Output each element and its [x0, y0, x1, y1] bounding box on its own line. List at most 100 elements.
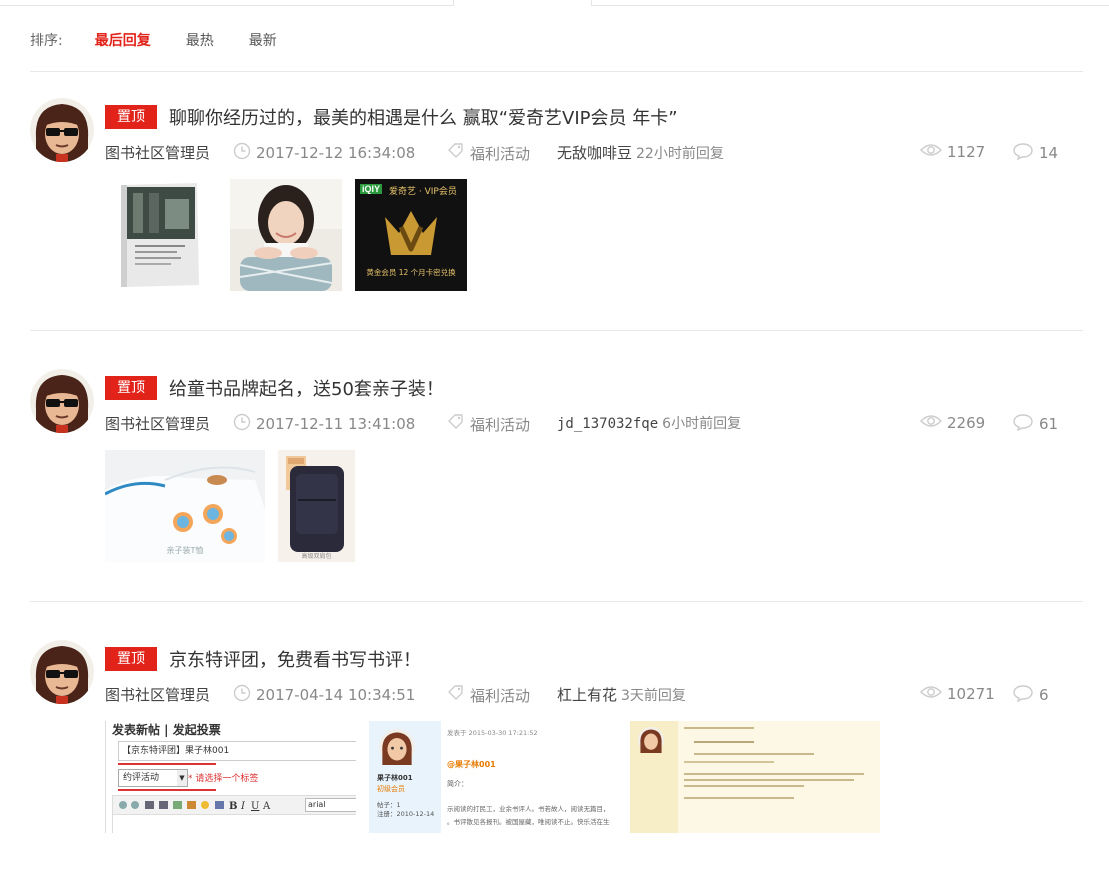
reply-text-lines: [684, 727, 864, 799]
image-reply-post-screenshot[interactable]: [630, 721, 880, 833]
tag-icon: [447, 684, 465, 706]
editor-select-value: 约评活动: [123, 773, 160, 783]
svg-text:A: A: [262, 801, 271, 811]
image-book-cover[interactable]: [105, 179, 217, 291]
pinned-badge: 置顶: [105, 376, 157, 400]
post-tag-text: 福利活动: [470, 415, 531, 434]
post-title[interactable]: 京东特评团，免费看书写书评！: [169, 646, 421, 672]
post-item: 置顶 给童书品牌起名，送50套亲子装！ 图书社区管理员 2017-12-11 1…: [30, 369, 1083, 569]
clock-icon: [233, 413, 251, 435]
eye-icon: [920, 684, 942, 704]
last-replier[interactable]: jd_137032fqe: [557, 416, 658, 432]
post-tag[interactable]: 福利活动: [447, 142, 530, 164]
sort-option-last-reply[interactable]: 最后回复: [95, 30, 151, 50]
avatar[interactable]: [30, 98, 94, 162]
clock-icon: [233, 142, 251, 164]
post-tag-text: 福利活动: [470, 686, 531, 705]
pinned-badge: 置顶: [105, 105, 157, 129]
image-caption: 亲子装T恤: [166, 546, 204, 555]
post-time: 2017-12-12 16:34:08: [233, 142, 415, 164]
clock-icon: [233, 684, 251, 706]
divider: [30, 330, 1083, 331]
tag-icon: [447, 142, 465, 164]
post-author[interactable]: 图书社区管理员: [105, 142, 210, 163]
profile-username: 果子林001: [377, 774, 413, 782]
image-woman-photo[interactable]: [230, 179, 342, 291]
post-time-text: 2017-04-14 10:34:51: [256, 686, 416, 704]
post-author[interactable]: 图书社区管理员: [105, 684, 210, 705]
post-images: 亲子装T恤 高级双肩包: [105, 450, 368, 562]
avatar[interactable]: [30, 369, 94, 433]
post-images: 发表新帖 | 发起投票 【京东特评团】果子林001 约评活动 ▼ * 请选择一个标…: [105, 721, 893, 833]
last-reply-info: 杠上有花 3天前回复: [557, 684, 686, 705]
reply-time: 22小时前回复: [636, 146, 724, 162]
underline: [118, 789, 216, 791]
post-title-row: 置顶 给童书品牌起名，送50套亲子装！: [105, 376, 444, 400]
toolbar-icons: BIUA: [119, 801, 271, 811]
editor-select: 约评活动 ▼: [118, 769, 188, 787]
post-author[interactable]: 图书社区管理员: [105, 413, 210, 434]
last-reply-info: jd_137032fqe 6小时前回复: [557, 413, 741, 433]
editor-toolbar: BIUA arial: [112, 795, 356, 815]
comment-count-text: 6: [1039, 686, 1049, 704]
post-meta: 图书社区管理员 2017-04-14 10:34:51 福利活动 杠上有花 3天前…: [105, 684, 1083, 706]
post-title-row: 置顶 京东特评团，免费看书写书评！: [105, 647, 421, 671]
last-replier[interactable]: 杠上有花: [557, 686, 617, 704]
comment-count: 6: [1012, 684, 1049, 706]
divider: [30, 601, 1083, 602]
tag-icon: [447, 413, 465, 435]
post-time: 2017-04-14 10:34:51: [233, 684, 415, 706]
post-title-row: 置顶 聊聊你经历过的，最美的相遇是什么 赢取“爱奇艺VIP会员 年卡”: [105, 105, 678, 129]
reply-avatar: [638, 727, 664, 753]
post-tag[interactable]: 福利活动: [447, 684, 530, 706]
comment-count: 61: [1012, 413, 1058, 435]
vip-card-top-text: 爱奇艺 · VIP会员: [389, 187, 457, 197]
last-replier[interactable]: 无敌咖啡豆: [557, 144, 632, 162]
mention: @果子林001: [447, 760, 496, 769]
view-count-text: 10271: [947, 685, 995, 703]
post-title[interactable]: 给童书品牌起名，送50套亲子装！: [169, 375, 444, 401]
chevron-down-icon: ▼: [177, 770, 187, 786]
view-count-text: 2269: [947, 414, 986, 432]
view-count: 10271: [920, 684, 995, 704]
sort-option-hottest[interactable]: 最热: [186, 30, 214, 50]
post-tag-text: 福利活动: [470, 144, 531, 163]
sort-option-newest[interactable]: 最新: [249, 30, 277, 50]
editor-title-field: 【京东特评团】果子林001: [118, 741, 356, 761]
top-tab-strip: [0, 0, 1109, 6]
intro-text-2: 。书评散见各报刊。被国屋藏，唯阅读不止。快乐活在生: [447, 818, 610, 826]
image-profile-post-screenshot[interactable]: 果子林001 初级会员 帖子：1 注册：2010-12-14 发表于 2015-…: [369, 721, 617, 833]
image-backpack[interactable]: 高级双肩包: [278, 450, 355, 562]
comment-icon: [1012, 142, 1034, 164]
editor-header: 发表新帖 | 发起投票: [112, 723, 221, 737]
image-post-editor-screenshot[interactable]: 发表新帖 | 发起投票 【京东特评团】果子林001 约评活动 ▼ * 请选择一个标…: [105, 721, 356, 833]
sort-bar: 排序: 最后回复 最热 最新: [30, 30, 312, 50]
avatar[interactable]: [30, 640, 94, 704]
eye-icon: [920, 142, 942, 162]
profile-avatar: [379, 729, 415, 765]
intro-label: 简介：: [447, 780, 468, 788]
post-time-text: 2017-12-12 16:34:08: [256, 144, 416, 162]
font-select: arial: [305, 798, 356, 812]
post-time: 2017-12-11 13:41:08: [233, 413, 415, 435]
view-count: 1127: [920, 142, 985, 162]
image-kids-tshirt[interactable]: 亲子装T恤: [105, 450, 265, 562]
reply-time: 6小时前回复: [662, 416, 742, 432]
image-iqiyi-vip-card[interactable]: iQIY 爱奇艺 · VIP会员 黄金会员 12 个月卡密兑换: [355, 179, 467, 291]
post-title[interactable]: 聊聊你经历过的，最美的相遇是什么 赢取“爱奇艺VIP会员 年卡”: [169, 104, 678, 130]
post-images: iQIY 爱奇艺 · VIP会员 黄金会员 12 个月卡密兑换: [105, 179, 480, 291]
image-caption: 高级双肩包: [301, 553, 332, 560]
profile-reg: 注册：2010-12-14: [377, 810, 435, 818]
profile-badge: 初级会员: [377, 785, 405, 793]
svg-text:B: B: [229, 801, 237, 811]
last-reply-info: 无敌咖啡豆 22小时前回复: [557, 142, 724, 163]
active-tab-edge: [453, 0, 592, 6]
post-tag[interactable]: 福利活动: [447, 413, 530, 435]
comment-icon: [1012, 684, 1034, 706]
vip-card-bottom-text: 黄金会员 12 个月卡密兑换: [366, 268, 456, 277]
comment-count-text: 61: [1039, 415, 1059, 433]
comment-count-text: 14: [1039, 144, 1059, 162]
editor-body: [112, 815, 356, 833]
editor-hint: * 请选择一个标签: [188, 774, 259, 784]
crown-icon: [385, 211, 437, 255]
